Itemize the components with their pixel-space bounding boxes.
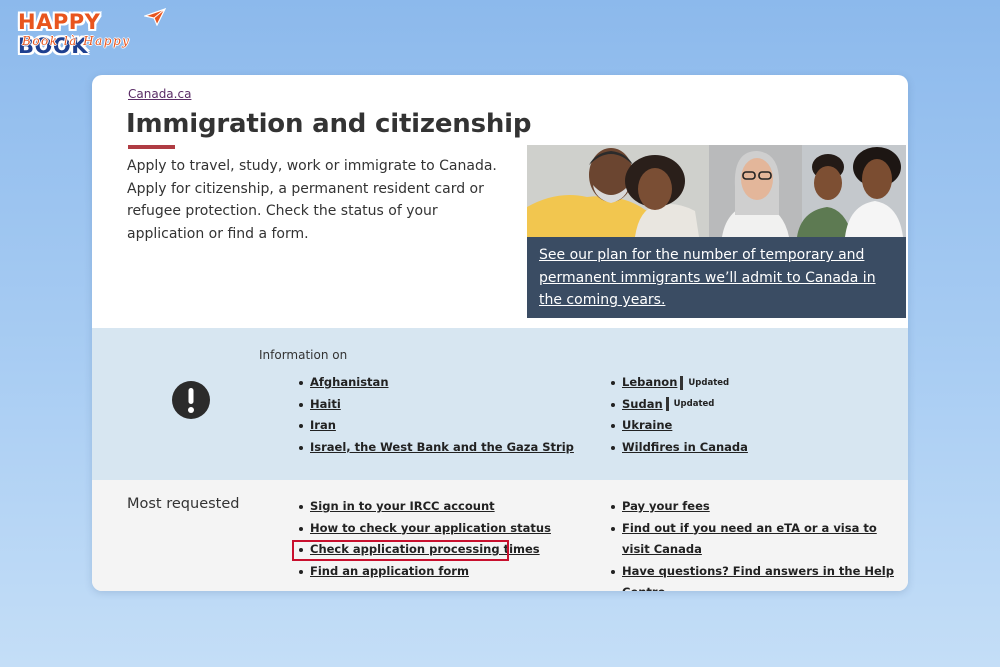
list-item: Haiti — [298, 394, 574, 416]
link-check-processing-times[interactable]: Check application processing times — [310, 542, 540, 556]
list-item: Wildfires in Canada — [610, 437, 748, 459]
feature-link-box: See our plan for the number of temporary… — [527, 237, 906, 318]
link-sudan[interactable]: Sudan — [622, 397, 663, 411]
link-lebanon[interactable]: Lebanon — [622, 375, 677, 389]
happy-book-watermark: HAPPY BOOK Book là Happy — [8, 6, 168, 58]
list-item: Pay your fees — [610, 496, 900, 518]
title-accent-bar — [128, 145, 175, 149]
link-eta-or-visa[interactable]: Find out if you need an eTA or a visa to… — [622, 521, 877, 557]
list-item: Lebanon Updated — [610, 372, 748, 394]
page-title: Immigration and citizenship — [126, 109, 532, 139]
link-check-application-status[interactable]: How to check your application status — [310, 521, 551, 535]
link-sign-in-ircc-account[interactable]: Sign in to your IRCC account — [310, 499, 495, 513]
list-item: Check application processing times — [298, 539, 551, 561]
link-israel-west-bank-gaza[interactable]: Israel, the West Bank and the Gaza Strip — [310, 440, 574, 454]
list-item: Sign in to your IRCC account — [298, 496, 551, 518]
exclamation-circle-icon — [172, 381, 210, 419]
feature-photo — [527, 145, 906, 237]
list-item: Afghanistan — [298, 372, 574, 394]
information-list-left: Afghanistan Haiti Iran Israel, the West … — [298, 372, 574, 458]
link-iran[interactable]: Iran — [310, 418, 336, 432]
people-photo-illustration — [527, 145, 906, 237]
feature-panel: See our plan for the number of temporary… — [527, 145, 906, 318]
list-item: How to check your application status — [298, 518, 551, 540]
list-item: Sudan Updated — [610, 394, 748, 416]
list-item: Find an application form — [298, 561, 551, 583]
watermark-line2: Book là Happy — [22, 34, 131, 48]
link-find-application-form[interactable]: Find an application form — [310, 564, 469, 578]
information-list-right: Lebanon Updated Sudan Updated Ukraine Wild… — [610, 372, 748, 458]
breadcrumb-canada-ca[interactable]: Canada.ca — [128, 87, 191, 101]
list-item: Ukraine — [610, 415, 748, 437]
paper-plane-icon — [144, 8, 166, 26]
link-haiti[interactable]: Haiti — [310, 397, 341, 411]
updated-badge: Updated — [665, 397, 714, 411]
link-pay-your-fees[interactable]: Pay your fees — [622, 499, 710, 513]
link-ukraine[interactable]: Ukraine — [622, 418, 672, 432]
information-on-section: Information on Afghanistan Haiti Iran Is… — [92, 328, 908, 480]
most-requested-heading: Most requested — [127, 496, 240, 512]
page-card: Canada.ca Immigration and citizenship Ap… — [92, 75, 908, 591]
most-requested-list-right: Pay your fees Find out if you need an eT… — [610, 496, 900, 591]
list-item: Find out if you need an eTA or a visa to… — [610, 518, 900, 561]
link-help-centre[interactable]: Have questions? Find answers in the Help… — [622, 564, 894, 592]
most-requested-section: Most requested Sign in to your IRCC acco… — [92, 480, 908, 591]
list-item: Israel, the West Bank and the Gaza Strip — [298, 437, 574, 459]
link-afghanistan[interactable]: Afghanistan — [310, 375, 389, 389]
immigration-levels-plan-link[interactable]: See our plan for the number of temporary… — [539, 247, 876, 308]
updated-badge: Updated — [680, 375, 729, 390]
list-item: Have questions? Find answers in the Help… — [610, 561, 900, 592]
most-requested-list-left: Sign in to your IRCC account How to chec… — [298, 496, 551, 582]
intro-text: Apply to travel, study, work or immigrat… — [127, 158, 497, 242]
information-on-label: Information on — [259, 348, 348, 362]
list-item: Iran — [298, 415, 574, 437]
link-wildfires-in-canada[interactable]: Wildfires in Canada — [622, 440, 748, 454]
